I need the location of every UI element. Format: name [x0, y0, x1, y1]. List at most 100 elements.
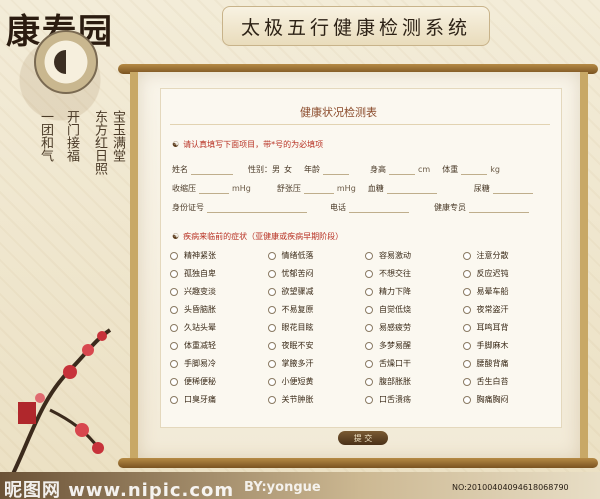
symptom-option[interactable]: 体重减轻 — [170, 340, 268, 351]
symptom-checkbox[interactable] — [462, 269, 471, 278]
symptom-option[interactable]: 腰酸背痛 — [462, 358, 561, 369]
symptom-option[interactable]: 手脚易冷 — [170, 358, 268, 369]
name-input[interactable] — [191, 165, 233, 175]
poem-col-4: 一团和气 — [38, 110, 53, 162]
symptom-checkbox[interactable] — [267, 269, 276, 278]
symptom-option[interactable]: 耳鸣耳背 — [462, 322, 561, 333]
symptom-checkbox[interactable] — [462, 251, 471, 260]
symptom-checkbox[interactable] — [267, 323, 276, 332]
symptom-option[interactable]: 精神紧张 — [170, 250, 268, 261]
symptom-option[interactable]: 舌燥口干 — [365, 358, 463, 369]
symptom-checkbox[interactable] — [365, 341, 373, 350]
required-hint-text: 请认真填写下面项目，带*号的为必填项 — [183, 140, 324, 149]
symptom-option[interactable]: 容易激动 — [365, 250, 463, 261]
symptom-checkbox[interactable] — [170, 251, 178, 260]
symptom-checkbox[interactable] — [365, 377, 373, 386]
symptom-checkbox[interactable] — [170, 377, 178, 386]
symptom-checkbox[interactable] — [267, 377, 276, 386]
symptom-checkbox[interactable] — [365, 305, 373, 314]
symptom-checkbox[interactable] — [365, 395, 373, 404]
symptom-option[interactable]: 夜常盗汗 — [462, 304, 561, 315]
page-title: 太极五行健康检测系统 — [240, 16, 471, 39]
symptom-checkbox[interactable] — [462, 377, 471, 386]
weight-input[interactable] — [461, 165, 488, 175]
symptom-option[interactable]: 夜眠不安 — [267, 340, 366, 351]
symptom-option[interactable]: 易感疲劳 — [365, 322, 463, 333]
symptom-label: 夜常盗汗 — [476, 305, 509, 314]
plum-blossom-illustration — [8, 328, 112, 480]
id-input[interactable] — [207, 203, 307, 213]
submit-button[interactable]: 提 交 — [338, 431, 388, 445]
symptom-label: 舌生白苔 — [476, 377, 509, 386]
gender-label: 性别： — [248, 165, 272, 174]
urine-sugar-input[interactable] — [492, 184, 533, 194]
phone-input[interactable] — [349, 203, 409, 213]
symptom-option[interactable]: 掌腋多汗 — [267, 358, 366, 369]
symptom-option[interactable]: 孤独自卑 — [170, 268, 268, 279]
symptom-option[interactable]: 眼花目眩 — [267, 322, 366, 333]
symptom-label: 兴趣变淡 — [184, 287, 216, 296]
symptom-checkbox[interactable] — [267, 395, 276, 404]
gender-female[interactable]: 女 — [284, 164, 292, 175]
symptom-checkbox[interactable] — [170, 305, 178, 314]
symptom-checkbox[interactable] — [170, 323, 178, 332]
symptom-checkbox[interactable] — [170, 341, 178, 350]
symptom-option[interactable]: 口舌溃疡 — [365, 394, 463, 405]
symptom-option[interactable]: 欲望骤减 — [267, 286, 366, 297]
symptom-option[interactable]: 易晕车船 — [462, 286, 561, 297]
symptom-checkbox[interactable] — [170, 359, 178, 368]
symptom-label: 头昏脑胀 — [184, 305, 216, 314]
age-input[interactable] — [323, 165, 349, 175]
symptom-option[interactable]: 自觉低烧 — [365, 304, 463, 315]
symptom-checkbox[interactable] — [365, 323, 373, 332]
symptom-checkbox[interactable] — [267, 251, 276, 260]
symptom-checkbox[interactable] — [267, 359, 276, 368]
brush-icon: ☯ — [172, 140, 180, 149]
symptom-checkbox[interactable] — [267, 287, 276, 296]
symptom-checkbox[interactable] — [170, 287, 178, 296]
symptom-option[interactable]: 注意分散 — [462, 250, 561, 261]
symptom-checkbox[interactable] — [267, 341, 276, 350]
symptom-option[interactable]: 腹部胀胀 — [365, 376, 463, 387]
symptom-option[interactable]: 舌生白苔 — [462, 376, 561, 387]
symptom-option[interactable]: 胸痛胸闷 — [462, 394, 561, 405]
symptom-checkbox[interactable] — [462, 287, 471, 296]
symptom-option[interactable]: 手脚麻木 — [462, 340, 561, 351]
height-input[interactable] — [389, 165, 415, 175]
blood-sugar-input[interactable] — [386, 184, 437, 194]
symptom-option[interactable]: 小便短黄 — [267, 376, 366, 387]
symptom-checkbox[interactable] — [462, 305, 471, 314]
symptom-checkbox[interactable] — [365, 269, 373, 278]
symptom-checkbox[interactable] — [365, 287, 373, 296]
symptom-checkbox[interactable] — [170, 395, 178, 404]
symptom-checkbox[interactable] — [365, 359, 373, 368]
symptom-checkbox[interactable] — [462, 323, 471, 332]
symptom-option[interactable]: 久站头晕 — [170, 322, 268, 333]
symptom-option[interactable]: 反应迟钝 — [462, 268, 561, 279]
symptom-option[interactable]: 不易复原 — [267, 304, 366, 315]
symptom-checkbox[interactable] — [170, 269, 178, 278]
diastolic-input[interactable] — [303, 184, 334, 194]
symptom-option[interactable]: 关节肿胀 — [267, 394, 366, 405]
symptom-option[interactable]: 不想交往 — [365, 268, 463, 279]
symptom-checkbox[interactable] — [365, 251, 373, 260]
phone-label: 电话 — [330, 203, 346, 212]
symptom-option[interactable]: 头昏脑胀 — [170, 304, 268, 315]
diastolic-label: 舒张压 — [276, 184, 301, 193]
symptom-option[interactable]: 便稀便秘 — [170, 376, 268, 387]
symptom-option[interactable]: 口臭牙痛 — [170, 394, 268, 405]
symptom-label: 不想交往 — [379, 269, 411, 278]
systolic-input[interactable] — [199, 184, 229, 194]
symptom-checkbox[interactable] — [462, 359, 471, 368]
symptom-option[interactable]: 情绪低落 — [267, 250, 366, 261]
gender-male[interactable]: 男 — [272, 164, 280, 175]
title-plaque: 太极五行健康检测系统 — [222, 6, 490, 46]
symptom-option[interactable]: 忧郁苦闷 — [267, 268, 366, 279]
symptom-checkbox[interactable] — [462, 395, 471, 404]
consultant-input[interactable] — [469, 203, 529, 213]
symptom-checkbox[interactable] — [267, 305, 276, 314]
symptom-option[interactable]: 兴趣变淡 — [170, 286, 268, 297]
symptom-option[interactable]: 精力下降 — [365, 286, 463, 297]
symptom-checkbox[interactable] — [462, 341, 471, 350]
symptom-option[interactable]: 多梦易醒 — [365, 340, 463, 351]
